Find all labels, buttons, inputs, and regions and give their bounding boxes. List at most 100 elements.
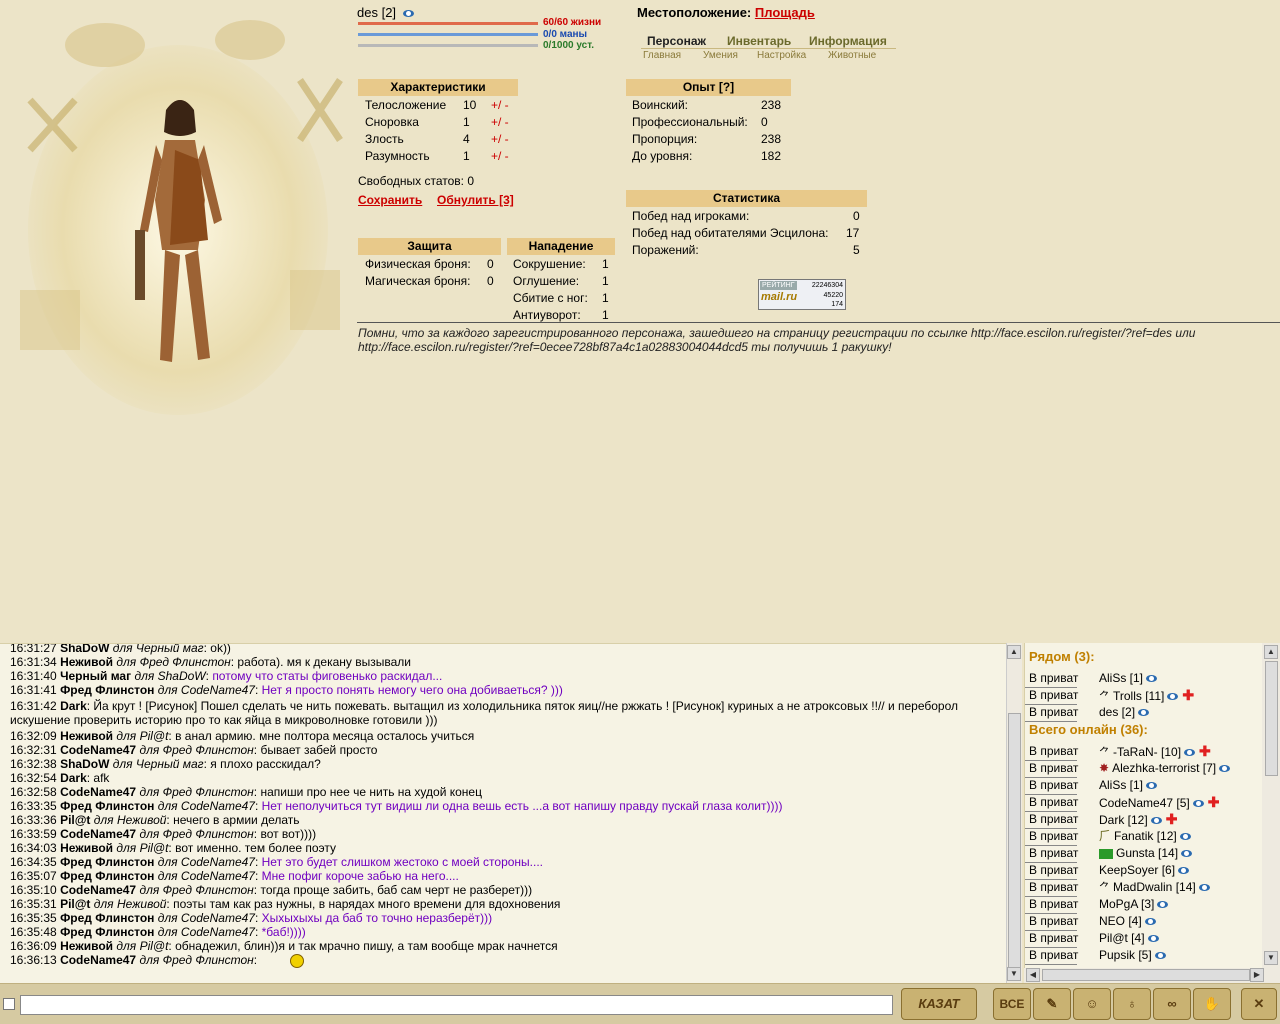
scroll-down-icon[interactable]: ▼ <box>1264 951 1278 965</box>
chat-sender[interactable]: ShaDoW <box>60 757 109 771</box>
subtab-skills[interactable]: Умения <box>703 50 738 61</box>
info-eye-icon[interactable] <box>1146 782 1158 790</box>
scroll-up-icon[interactable]: ▲ <box>1007 645 1021 659</box>
chat-sender[interactable]: Черный маг <box>60 669 131 683</box>
private-button[interactable]: В приват <box>1025 760 1078 778</box>
chat-recipient[interactable]: Фред Флинстон <box>163 743 254 757</box>
user-name[interactable]: Alezhka-terrorist [7] <box>1112 761 1216 775</box>
info-eye-icon[interactable] <box>1181 850 1193 858</box>
private-button[interactable]: В приват <box>1025 930 1078 948</box>
chat-recipient[interactable]: Фред Флинстон <box>140 655 231 669</box>
info-eye-icon[interactable] <box>1154 952 1166 960</box>
chat-recipient[interactable]: ShaDoW <box>158 669 206 683</box>
chat-scroll-thumb[interactable] <box>1008 713 1021 973</box>
private-button[interactable]: В приват <box>1025 777 1078 795</box>
chat-recipient[interactable]: Фред Флинстон <box>163 785 254 799</box>
user-name[interactable]: Trolls [11] <box>1113 689 1164 703</box>
chat-sender[interactable]: Фред Флинстон <box>60 925 154 939</box>
chat-sender[interactable]: Фред Флинстон <box>60 683 154 697</box>
scroll-up-icon[interactable]: ▲ <box>1264 645 1278 659</box>
chat-checkbox[interactable] <box>3 998 15 1010</box>
chat-recipient[interactable]: CodeName47 <box>181 925 255 939</box>
chat-sender[interactable]: Неживой <box>60 729 113 743</box>
chat-recipient[interactable]: Черный маг <box>136 757 204 771</box>
private-button[interactable]: В приват <box>1025 845 1078 863</box>
user-name[interactable]: Fanatik [12] <box>1114 829 1177 843</box>
chat-sender[interactable]: CodeName47 <box>60 953 136 967</box>
private-button[interactable]: В приват <box>1025 862 1078 880</box>
experience-header[interactable]: Опыт [?] <box>626 79 791 96</box>
chat-sender[interactable]: Неживой <box>60 655 113 669</box>
chat-recipient[interactable]: CodeName47 <box>181 855 255 869</box>
rings-icon[interactable]: ∞ <box>1153 988 1191 1020</box>
chat-sender[interactable]: CodeName47 <box>60 743 136 757</box>
chat-recipient[interactable]: Pil@t <box>140 841 169 855</box>
chat-recipient[interactable]: Неживой <box>117 813 166 827</box>
private-button[interactable]: В приват <box>1025 879 1078 897</box>
chat-sender[interactable]: Неживой <box>60 939 113 953</box>
users-scroll-thumb[interactable] <box>1265 661 1278 776</box>
chat-sender[interactable]: Фред Флинстон <box>60 869 154 883</box>
bag-icon[interactable]: ♁ <box>1113 988 1151 1020</box>
info-eye-icon[interactable] <box>1147 935 1159 943</box>
chat-sender[interactable]: Фред Флинстон <box>60 911 154 925</box>
user-name[interactable]: Gunsta [14] <box>1116 846 1178 860</box>
scroll-left-icon[interactable]: ◀ <box>1026 968 1040 982</box>
chat-recipient[interactable]: Pil@t <box>140 939 169 953</box>
scroll-right-icon[interactable]: ▶ <box>1250 968 1264 982</box>
chat-sender[interactable]: Pil@t <box>60 813 90 827</box>
info-eye-icon[interactable] <box>1157 901 1169 909</box>
info-eye-icon[interactable] <box>1192 800 1204 808</box>
users-hscrollbar[interactable]: ◀ ▶ <box>1024 968 1280 983</box>
private-button[interactable]: В приват <box>1025 743 1078 761</box>
chat-sender[interactable]: Dark <box>60 771 87 785</box>
chat-sender[interactable]: CodeName47 <box>60 827 136 841</box>
stat-plus-minus[interactable]: +/ - <box>491 148 509 165</box>
subtab-settings[interactable]: Настройка <box>757 50 806 61</box>
private-button[interactable]: В приват <box>1025 947 1078 965</box>
chat-recipient[interactable]: Pil@t <box>140 729 169 743</box>
chat-sender[interactable]: CodeName47 <box>60 883 136 897</box>
info-eye-icon[interactable] <box>1184 749 1196 757</box>
scroll-down-icon[interactable]: ▼ <box>1007 967 1021 981</box>
stat-plus-minus[interactable]: +/ - <box>491 131 509 148</box>
info-eye-icon[interactable] <box>402 10 414 18</box>
info-eye-icon[interactable] <box>1144 918 1156 926</box>
exit-icon[interactable]: ✕ <box>1241 988 1277 1020</box>
chat-recipient[interactable]: Черный маг <box>136 644 204 655</box>
private-button[interactable]: В приват <box>1025 670 1078 688</box>
chat-recipient[interactable]: CodeName47 <box>181 869 255 883</box>
stat-plus-minus[interactable]: +/ - <box>491 114 509 131</box>
private-button[interactable]: В приват <box>1025 704 1078 722</box>
private-button[interactable]: В приват <box>1025 913 1078 931</box>
user-name[interactable]: MadDwalin [14] <box>1113 880 1196 894</box>
user-name[interactable]: AliSs [1] <box>1099 778 1143 792</box>
chat-sender[interactable]: CodeName47 <box>60 785 136 799</box>
chat-sender[interactable]: Pil@t <box>60 897 90 911</box>
private-button[interactable]: В приват <box>1025 794 1078 812</box>
save-link[interactable]: Сохранить <box>358 192 422 209</box>
info-eye-icon[interactable] <box>1167 693 1179 701</box>
chat-recipient[interactable]: Неживой <box>117 897 166 911</box>
user-name[interactable]: AliSs [1] <box>1099 671 1143 685</box>
private-button[interactable]: В приват <box>1025 828 1078 846</box>
info-eye-icon[interactable] <box>1179 833 1191 841</box>
chat-sender[interactable]: Фред Флинстон <box>60 799 154 813</box>
mailru-counter[interactable]: РЕЙТИНГ 22246304 45220 174 mail.ru <box>758 279 846 310</box>
chat-recipient[interactable]: CodeName47 <box>181 799 255 813</box>
info-eye-icon[interactable] <box>1219 765 1231 773</box>
tab-character[interactable]: Персонаж <box>647 34 706 48</box>
smile-icon[interactable]: ☺ <box>1073 988 1111 1020</box>
user-name[interactable]: MoPgA [3] <box>1099 897 1154 911</box>
location-link[interactable]: Площадь <box>755 5 815 20</box>
say-button[interactable]: КАЗАТ <box>901 988 977 1020</box>
chat-recipient[interactable]: Фред Флинстон <box>163 827 254 841</box>
stat-plus-minus[interactable]: +/ - <box>491 97 509 114</box>
user-name[interactable]: -TaRaN- [10] <box>1113 745 1181 759</box>
reset-link[interactable]: Обнулить [3] <box>437 192 514 209</box>
chat-scrollbar[interactable]: ▲ ▼ <box>1006 643 1022 983</box>
info-eye-icon[interactable] <box>1150 817 1162 825</box>
hands-icon[interactable]: ✋ <box>1193 988 1231 1020</box>
user-name[interactable]: NEO [4] <box>1099 914 1142 928</box>
user-name[interactable]: Pil@t [4] <box>1099 931 1145 945</box>
